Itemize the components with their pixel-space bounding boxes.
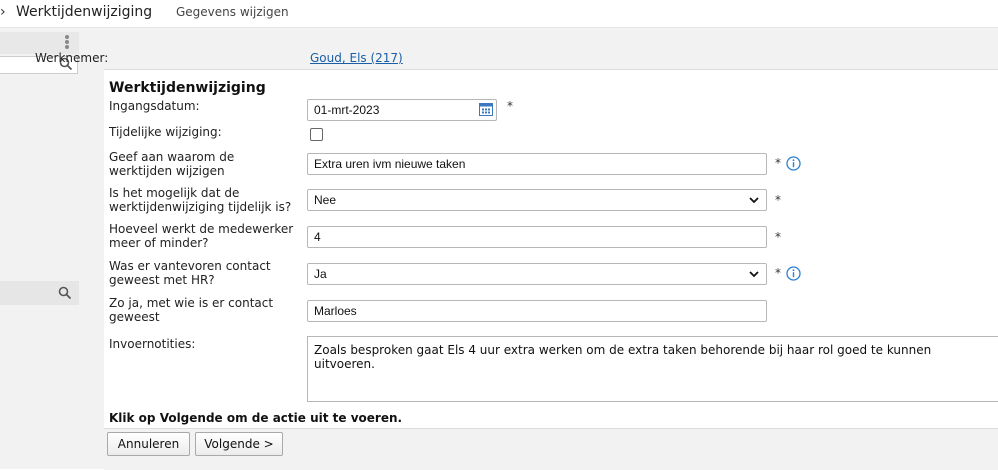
search-icon[interactable] [58, 286, 72, 300]
notes-value: Zoals besproken gaat Els 4 uur extra wer… [314, 343, 932, 371]
contact-person-input[interactable]: Marloes [307, 300, 767, 322]
hr-contact-label: Was er vantevoren contact geweest met HR… [109, 259, 271, 287]
next-button[interactable]: Volgende > [195, 432, 283, 456]
chevron-down-icon [749, 271, 759, 278]
hours-value: 4 [314, 230, 321, 244]
instruction-text: Klik op Volgende om de actie uit te voer… [109, 411, 403, 425]
maybe-temporary-label: Is het mogelijk dat de werktijdenwijzigi… [109, 186, 292, 214]
reason-input[interactable]: Extra uren ivm nieuwe taken [307, 153, 767, 175]
reason-value: Extra uren ivm nieuwe taken [314, 157, 466, 171]
contact-person-value: Marloes [314, 304, 357, 318]
start-date-value: 01-mrt-2023 [314, 103, 380, 117]
info-icon[interactable] [786, 266, 801, 281]
page-title: Werktijdenwijziging [16, 4, 153, 20]
left-panel-section-header [0, 281, 79, 305]
info-icon[interactable] [786, 156, 801, 171]
cancel-button[interactable]: Annuleren [107, 432, 190, 456]
form-heading: Werktijdenwijziging [109, 80, 266, 96]
reason-label: Geef aan waarom de werktijden wijzigen [109, 150, 235, 178]
hr-contact-select[interactable]: Ja [307, 263, 767, 285]
top-bar: › Werktijdenwijziging Gegevens wijzigen [0, 0, 998, 28]
breadcrumb-chevron-icon: › [0, 4, 6, 20]
temporary-checkbox[interactable] [310, 128, 323, 141]
temporary-label: Tijdelijke wijziging: [109, 125, 222, 139]
calendar-icon[interactable] [478, 101, 494, 117]
notes-textarea[interactable]: Zoals besproken gaat Els 4 uur extra wer… [307, 336, 998, 402]
employee-label: Werknemer: [35, 51, 109, 65]
chevron-down-icon [749, 197, 759, 204]
hr-contact-value: Ja [314, 267, 327, 281]
left-panel [0, 28, 79, 469]
kebab-menu-icon[interactable] [64, 34, 70, 52]
required-mark: * [775, 156, 781, 170]
required-mark: * [775, 266, 781, 280]
maybe-temporary-value: Nee [314, 193, 337, 207]
start-date-input[interactable]: 01-mrt-2023 [307, 99, 497, 121]
required-mark: * [775, 193, 781, 207]
hours-label: Hoeveel werkt de medewerker meer of mind… [109, 222, 294, 250]
page-subtitle: Gegevens wijzigen [176, 5, 289, 19]
notes-label: Invoernotities: [109, 337, 196, 351]
maybe-temporary-select[interactable]: Nee [307, 189, 767, 211]
required-mark: * [775, 230, 781, 244]
required-mark: * [507, 99, 513, 113]
contact-person-label: Zo ja, met wie is er contact geweest [109, 296, 274, 324]
hours-input[interactable]: 4 [307, 226, 767, 248]
employee-link[interactable]: Goud, Els (217) [310, 51, 403, 65]
start-date-label: Ingangsdatum: [109, 99, 200, 113]
